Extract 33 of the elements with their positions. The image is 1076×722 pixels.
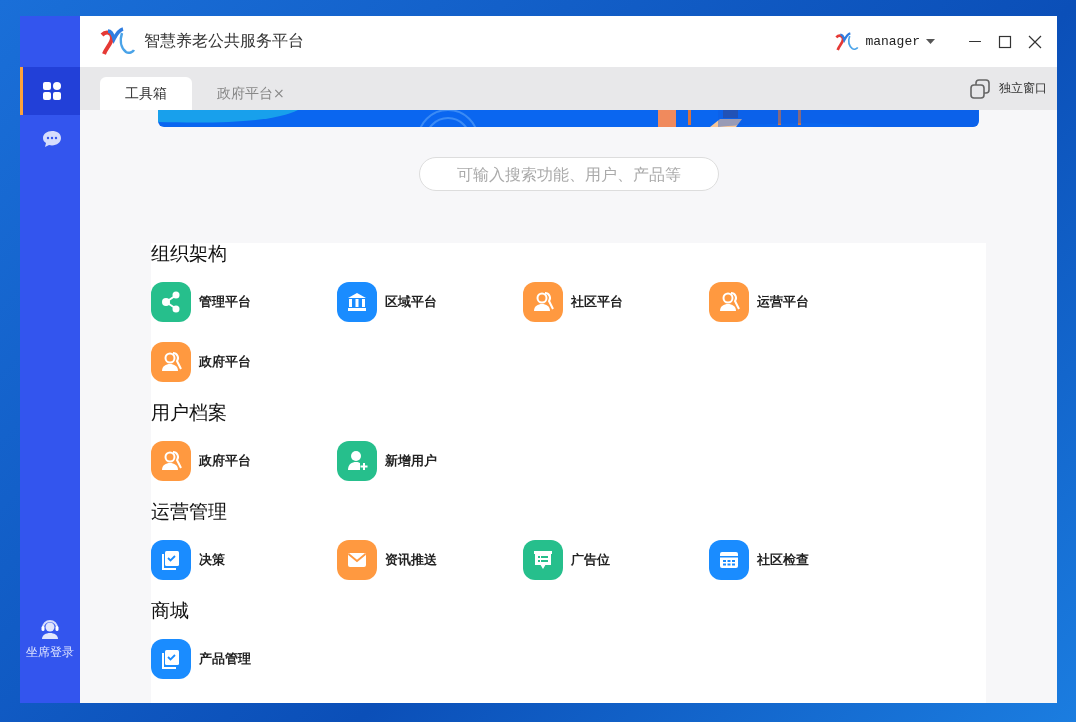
windows-icon (969, 77, 991, 100)
tab[interactable]: 工具箱 (100, 77, 192, 110)
window-title: 智慧养老公共服务平台 (144, 31, 304, 52)
tool-item[interactable]: 新增用户 (337, 431, 523, 491)
tool-item[interactable]: 社区平台 (523, 272, 709, 332)
chat-icon (41, 130, 62, 148)
caret-icon (926, 39, 935, 44)
tool-item[interactable]: 政府平台 (151, 332, 337, 392)
tool-item[interactable]: 政府平台 (151, 431, 337, 491)
maximize-icon (998, 34, 1012, 49)
headset-icon (39, 618, 61, 640)
logo-icon (835, 30, 860, 53)
tool-item[interactable]: 管理平台 (151, 272, 337, 332)
section-heading: 组织架构 (151, 243, 228, 263)
detach-window-button[interactable]: 独立窗口 (969, 77, 1047, 100)
sidebar-item[interactable] (20, 67, 80, 115)
tool-item[interactable]: 资讯推送 (337, 530, 523, 590)
tool-item[interactable]: 广告位 (523, 530, 709, 590)
section-heading: 运营管理 (151, 501, 228, 521)
apps-icon (41, 81, 62, 101)
tool-item[interactable]: 决策 (151, 530, 337, 590)
user-menu[interactable]: manager (835, 30, 935, 53)
close-icon (1028, 34, 1042, 49)
tool-item[interactable]: 运营平台 (709, 272, 895, 332)
logo-icon (100, 26, 136, 57)
tool-item[interactable]: 产品管理 (151, 629, 337, 689)
section-heading: 商城 (151, 600, 190, 620)
section-heading: 用户档案 (151, 402, 228, 422)
tool-item[interactable]: 社区检查 (709, 530, 895, 590)
agent-login-button[interactable]: 坐席登录 (20, 618, 80, 661)
search-field[interactable]: 可输入搜索功能、用户、产品等 (418, 157, 719, 191)
tool-item[interactable]: 区域平台 (337, 272, 523, 332)
minimize-icon (969, 40, 981, 43)
